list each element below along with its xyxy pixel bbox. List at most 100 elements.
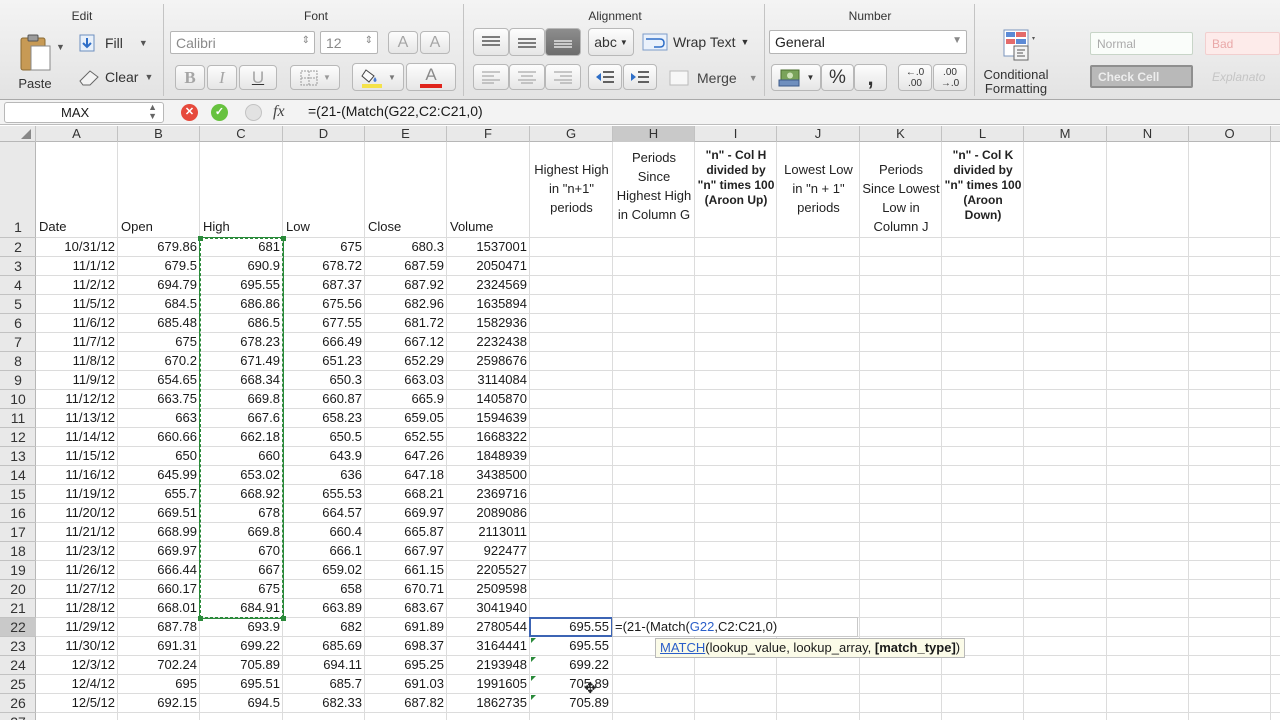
header-cell-i[interactable]: "n" - Col H divided by "n" times 100 (Ar… [697,148,775,208]
row-header-6[interactable]: 6 [0,314,36,333]
increase-decimal-button[interactable]: ←.0 .00 [898,64,932,91]
row-header-27[interactable]: 27 [0,713,36,720]
cell-d26[interactable]: 682.33 [283,694,365,713]
cell-d24[interactable]: 694.11 [283,656,365,675]
cell-b22[interactable]: 687.78 [118,618,200,637]
cell-b5[interactable]: 684.5 [118,295,200,314]
header-cell-f[interactable]: Volume [450,218,493,236]
cell-e7[interactable]: 667.12 [365,333,447,352]
style-explanatory[interactable]: Explanato [1205,65,1280,88]
cell-b11[interactable]: 663 [118,409,200,428]
bold-button[interactable]: B [175,65,205,90]
cell-b19[interactable]: 666.44 [118,561,200,580]
cell-b18[interactable]: 669.97 [118,542,200,561]
cell-d9[interactable]: 650.3 [283,371,365,390]
cell-e11[interactable]: 659.05 [365,409,447,428]
grow-font-button[interactable]: A [388,31,418,54]
cell-a23[interactable]: 11/30/12 [36,637,118,656]
cell-f19[interactable]: 2205527 [447,561,530,580]
cell-e18[interactable]: 667.97 [365,542,447,561]
cell-f26[interactable]: 1862735 [447,694,530,713]
header-cell-g[interactable]: Highest High in "n+1" periods [532,160,611,217]
cell-g26[interactable]: 705.89 [530,694,612,713]
cell-f24[interactable]: 2193948 [447,656,530,675]
cell-e10[interactable]: 665.9 [365,390,447,409]
cell-d14[interactable]: 636 [283,466,365,485]
fx-icon[interactable]: fx [273,103,285,121]
align-middle-button[interactable] [509,28,545,56]
cell-a2[interactable]: 10/31/12 [36,238,118,257]
cell-c21[interactable]: 684.91 [200,599,283,618]
column-header-i[interactable]: I [695,126,777,142]
cell-b9[interactable]: 654.65 [118,371,200,390]
cell-d21[interactable]: 663.89 [283,599,365,618]
row-header-15[interactable]: 15 [0,485,36,504]
decrease-indent-button[interactable] [588,64,622,90]
cell-c9[interactable]: 668.34 [200,371,283,390]
cell-c20[interactable]: 675 [200,580,283,599]
cell-f13[interactable]: 1848939 [447,447,530,466]
cell-e15[interactable]: 668.21 [365,485,447,504]
conditional-formatting-button[interactable]: Conditional Formatting [978,26,1054,98]
row-header-9[interactable]: 9 [0,371,36,390]
paste-dropdown-icon[interactable]: ▼ [56,42,65,52]
header-cell-l[interactable]: "n" - Col K divided by "n" times 100 (Ar… [944,148,1022,223]
row-header-19[interactable]: 19 [0,561,36,580]
cell-d17[interactable]: 660.4 [283,523,365,542]
cell-c3[interactable]: 690.9 [200,257,283,276]
cell-c22[interactable]: 693.9 [200,618,283,637]
header-cell-j[interactable]: Lowest Low in "n + 1" periods [779,160,858,217]
cell-c4[interactable]: 695.55 [200,276,283,295]
cell-f20[interactable]: 2509598 [447,580,530,599]
cell-e5[interactable]: 682.96 [365,295,447,314]
column-header-m[interactable]: M [1024,126,1107,142]
number-format-combo[interactable]: General ▼ [769,30,967,54]
cell-b16[interactable]: 669.51 [118,504,200,523]
header-cell-b[interactable]: Open [121,218,153,236]
orientation-button[interactable]: abc ▼ [588,28,634,56]
cell-g22[interactable]: 695.55 [530,618,612,637]
cell-a24[interactable]: 12/3/12 [36,656,118,675]
cell-f6[interactable]: 1582936 [447,314,530,333]
cell-g25[interactable]: 705.89 [530,675,612,694]
cell-c25[interactable]: 695.51 [200,675,283,694]
row-header-21[interactable]: 21 [0,599,36,618]
function-wizard-icon[interactable] [245,104,262,121]
cell-f21[interactable]: 3041940 [447,599,530,618]
cell-f10[interactable]: 1405870 [447,390,530,409]
row-header-11[interactable]: 11 [0,409,36,428]
cell-a7[interactable]: 11/7/12 [36,333,118,352]
row-header-17[interactable]: 17 [0,523,36,542]
cell-e16[interactable]: 669.97 [365,504,447,523]
cell-c17[interactable]: 669.8 [200,523,283,542]
style-check-cell[interactable]: Check Cell [1090,65,1193,88]
cell-e17[interactable]: 665.87 [365,523,447,542]
align-bottom-button[interactable] [545,28,581,56]
cell-b7[interactable]: 675 [118,333,200,352]
style-bad[interactable]: Bad [1205,32,1280,55]
cell-g23[interactable]: 695.55 [530,637,612,656]
cell-d7[interactable]: 666.49 [283,333,365,352]
clear-button[interactable]: Clear ▼ [76,66,156,88]
cell-e23[interactable]: 698.37 [365,637,447,656]
cell-a3[interactable]: 11/1/12 [36,257,118,276]
cell-c10[interactable]: 669.8 [200,390,283,409]
cell-f2[interactable]: 1537001 [447,238,530,257]
cell-a18[interactable]: 11/23/12 [36,542,118,561]
cell-e9[interactable]: 663.03 [365,371,447,390]
column-header-d[interactable]: D [283,126,365,142]
cell-f7[interactable]: 2232438 [447,333,530,352]
column-header-c[interactable]: C [200,126,283,142]
increase-indent-button[interactable] [623,64,657,90]
paste-button[interactable]: Paste [10,28,60,96]
row-header-14[interactable]: 14 [0,466,36,485]
comma-style-button[interactable]: , [854,64,887,91]
cell-d18[interactable]: 666.1 [283,542,365,561]
row-header-10[interactable]: 10 [0,390,36,409]
decrease-decimal-button[interactable]: .00 →.0 [933,64,967,91]
cell-b6[interactable]: 685.48 [118,314,200,333]
cell-d22[interactable]: 682 [283,618,365,637]
cell-d4[interactable]: 687.37 [283,276,365,295]
cell-e3[interactable]: 687.59 [365,257,447,276]
cell-f16[interactable]: 2089086 [447,504,530,523]
